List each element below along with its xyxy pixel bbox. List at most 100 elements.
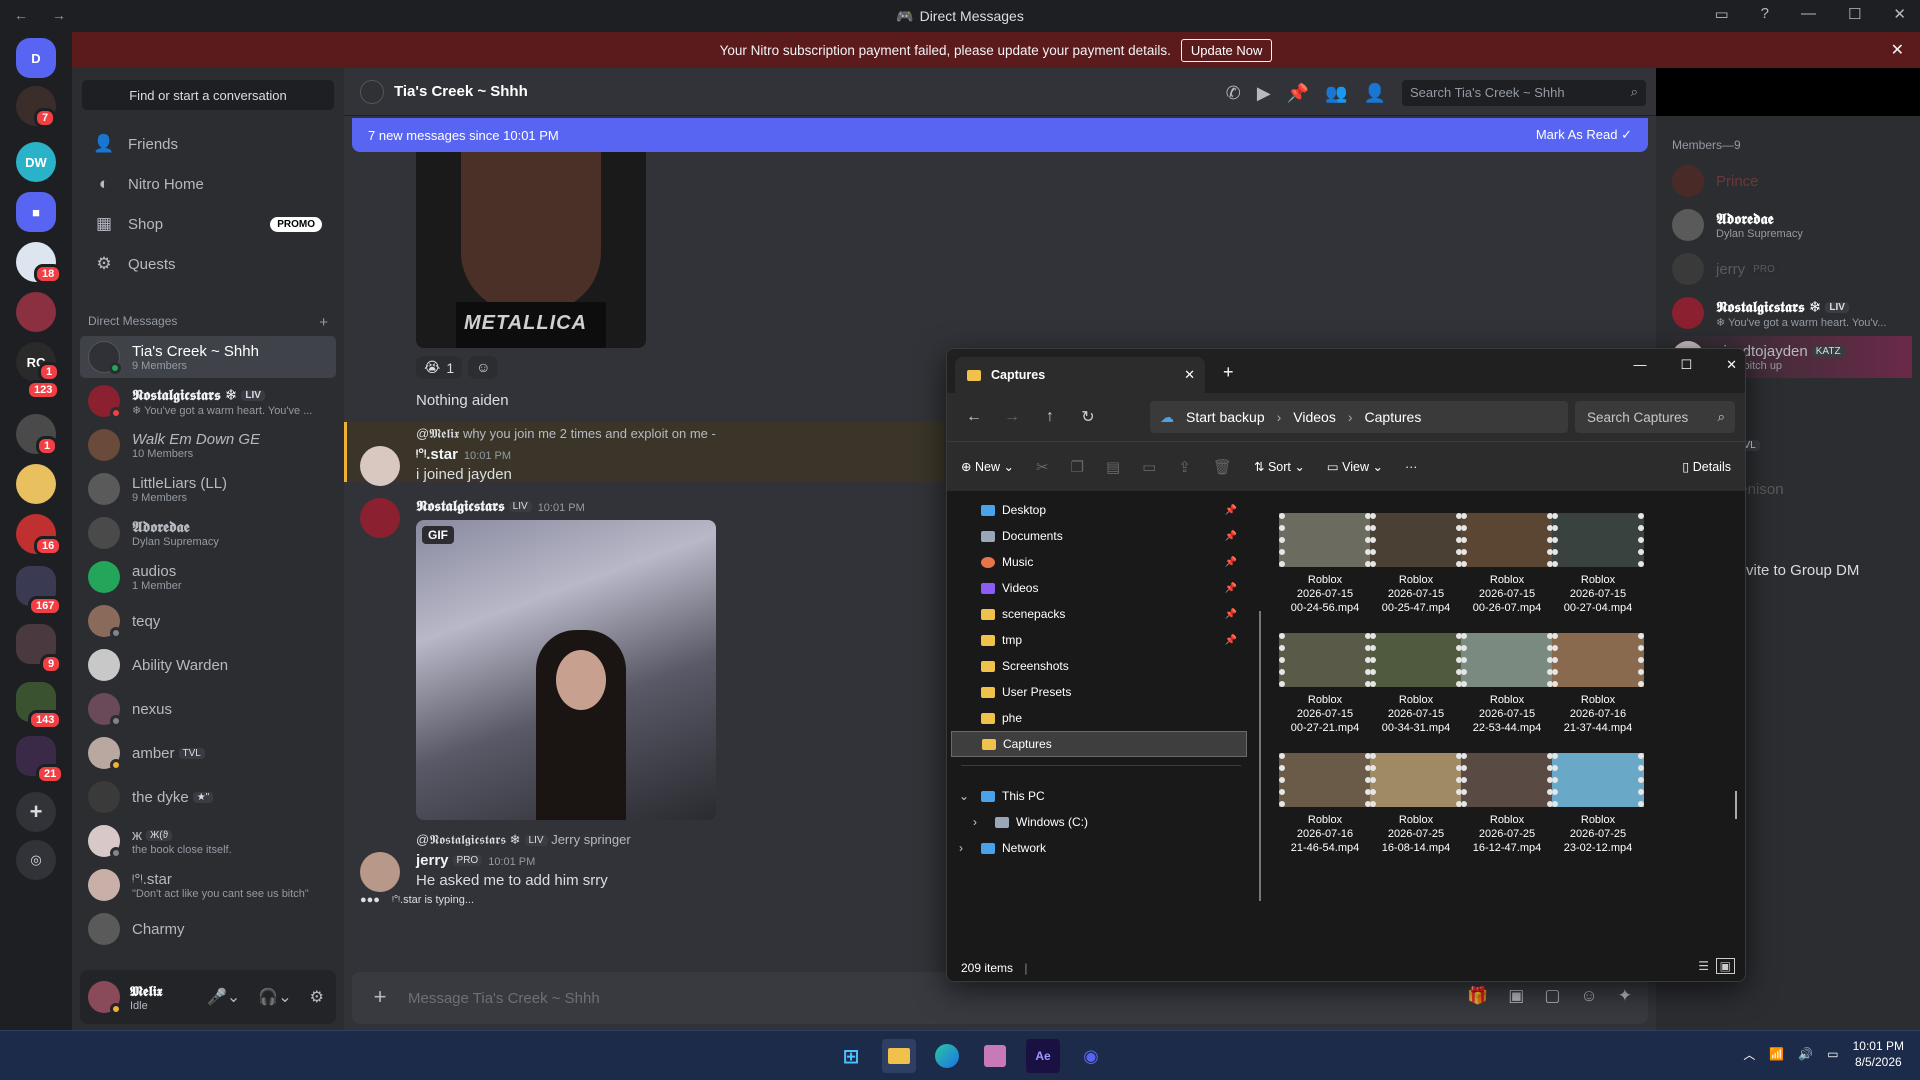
- folder-icon[interactable]: ■: [16, 192, 56, 232]
- video-file-item[interactable]: Roblox 2026-07-25 23-02-12.mp4: [1552, 753, 1644, 893]
- author-avatar[interactable]: [360, 498, 400, 538]
- rename-icon[interactable]: ▭: [1142, 458, 1156, 476]
- mark-as-read-button[interactable]: Mark As Read ✓: [1536, 127, 1632, 143]
- dm-item[interactable]: ᵎ°ᵎ.star "Don't act like you cant see us …: [80, 864, 336, 906]
- breadcrumb[interactable]: ☁ Start backup › Videos › Captures: [1150, 401, 1568, 433]
- tree-item[interactable]: ⌄ This PC: [951, 783, 1247, 809]
- details-button[interactable]: ▯ Details: [1682, 459, 1731, 474]
- author-name[interactable]: 𝕹𝖔𝖘𝖙𝖆𝖑𝖌𝖎𝖈𝖘𝖙𝖆𝖗𝖘: [416, 498, 505, 515]
- dm-item[interactable]: audios 1 Member: [80, 556, 336, 598]
- share-icon[interactable]: ⇪: [1178, 458, 1191, 476]
- wifi-icon[interactable]: 📶: [1769, 1047, 1784, 1061]
- new-tab-icon[interactable]: +: [1223, 362, 1234, 383]
- server-icon[interactable]: [16, 464, 56, 504]
- forward-arrow-icon[interactable]: →: [993, 408, 1031, 426]
- emoji-icon[interactable]: ☺: [1580, 986, 1597, 1006]
- dm-item[interactable]: the dyke ★": [80, 776, 336, 818]
- tree-item[interactable]: Music 📌: [951, 549, 1247, 575]
- history-nav[interactable]: ← →: [14, 7, 76, 23]
- file-explorer-taskbar-icon[interactable]: [882, 1039, 916, 1073]
- breadcrumb-item[interactable]: Start backup: [1186, 409, 1265, 425]
- maximize-button[interactable]: ☐: [1848, 5, 1861, 23]
- close-button[interactable]: ✕: [1726, 357, 1737, 373]
- new-messages-bar[interactable]: 7 new messages since 10:01 PM Mark As Re…: [352, 118, 1648, 152]
- minimize-button[interactable]: —: [1633, 357, 1646, 373]
- edge-taskbar-icon[interactable]: [930, 1039, 964, 1073]
- composer-input[interactable]: Message Tia's Creek ~ Shhh: [408, 990, 600, 1007]
- dm-item[interactable]: teqy: [80, 600, 336, 642]
- tree-item[interactable]: › Windows (C:): [951, 809, 1247, 835]
- close-tab-icon[interactable]: ✕: [1184, 367, 1195, 383]
- author-avatar[interactable]: [360, 446, 400, 486]
- gif-attachment[interactable]: GIF: [416, 520, 716, 820]
- video-file-item[interactable]: Roblox 2026-07-16 21-46-54.mp4: [1279, 753, 1371, 893]
- inbox-icon[interactable]: ▭: [1714, 5, 1728, 23]
- home-button[interactable]: D: [16, 38, 56, 78]
- clock[interactable]: 10:01 PM 8/5/2026: [1853, 1038, 1904, 1070]
- channel-search-input[interactable]: Search Tia's Creek ~ Shhh ⌕: [1402, 80, 1646, 106]
- member-list-icon[interactable]: 👤: [1364, 83, 1386, 104]
- video-file-item[interactable]: Roblox 2026-07-25 16-12-47.mp4: [1461, 753, 1553, 893]
- nav-nitro-home[interactable]: ◐ Nitro Home: [80, 164, 336, 204]
- start-button[interactable]: ⊞: [834, 1039, 868, 1073]
- add-friends-icon[interactable]: 👥: [1325, 83, 1347, 104]
- dm-item[interactable]: 𝕹𝖔𝖘𝖙𝖆𝖑𝖌𝖎𝖈𝖘𝖙𝖆𝖗𝖘 ❄ LIV ❄ You've got a warm h…: [80, 380, 336, 422]
- view-button[interactable]: ▭ View ⌄: [1327, 459, 1383, 474]
- member-item[interactable]: 𝕬𝖉𝖔𝖗𝖊𝖉𝖆𝖊 Dylan Supremacy: [1664, 204, 1912, 246]
- search-input[interactable]: Search Captures ⌕: [1575, 401, 1735, 433]
- dm-item[interactable]: LittleLiars (LL) 9 Members: [80, 468, 336, 510]
- tree-item[interactable]: tmp 📌: [951, 627, 1247, 653]
- nav-friends[interactable]: 👤 Friends: [80, 124, 336, 164]
- dm-item[interactable]: Charmy: [80, 908, 336, 950]
- discover-icon[interactable]: ◎: [16, 840, 56, 880]
- minimize-button[interactable]: —: [1801, 5, 1816, 23]
- nav-scrollbar[interactable]: [1259, 611, 1261, 901]
- gif-icon[interactable]: ▣: [1508, 986, 1524, 1006]
- video-file-item[interactable]: Roblox 2026-07-15 22-53-44.mp4: [1461, 633, 1553, 773]
- dm-item[interactable]: Walk Em Down GE 10 Members: [80, 424, 336, 466]
- sticker-icon[interactable]: ▢: [1544, 986, 1560, 1006]
- add-reaction-button[interactable]: ☺: [468, 356, 499, 379]
- author-name[interactable]: jerry: [416, 852, 449, 869]
- member-item[interactable]: jerry PRO: [1664, 248, 1912, 290]
- copy-icon[interactable]: ❐: [1071, 458, 1084, 476]
- nav-shop[interactable]: ▦ Shop PROMO: [80, 204, 336, 244]
- dm-item[interactable]: Ability Warden: [80, 644, 336, 686]
- add-server-icon[interactable]: +: [16, 792, 56, 832]
- cut-icon[interactable]: ✂: [1036, 458, 1049, 476]
- battery-icon[interactable]: ▭: [1827, 1047, 1838, 1061]
- author-avatar[interactable]: [360, 852, 400, 892]
- new-button[interactable]: ⊕ New ⌄: [961, 459, 1014, 474]
- tree-item[interactable]: User Presets: [951, 679, 1247, 705]
- pinned-messages-icon[interactable]: 📌: [1287, 83, 1309, 104]
- tree-item-selected[interactable]: Captures: [951, 731, 1247, 757]
- tree-item[interactable]: Videos 📌: [951, 575, 1247, 601]
- tree-item[interactable]: scenepacks 📌: [951, 601, 1247, 627]
- microphone-icon[interactable]: 🎤⌄: [207, 987, 240, 1007]
- explorer-tab[interactable]: Captures ✕: [955, 357, 1205, 393]
- member-item[interactable]: 𝕹𝖔𝖘𝖙𝖆𝖑𝖌𝖎𝖈𝖘𝖙𝖆𝖗𝖘 ❄ LIV ❄ You've got a warm h…: [1664, 292, 1912, 334]
- invite-to-group-dm-button[interactable]: vite to Group DM: [1746, 562, 1859, 579]
- app-taskbar-icon[interactable]: [978, 1039, 1012, 1073]
- volume-icon[interactable]: 🔊: [1798, 1047, 1813, 1061]
- video-file-item[interactable]: Roblox 2026-07-15 00-27-04.mp4: [1552, 513, 1644, 653]
- refresh-icon[interactable]: ↻: [1069, 407, 1107, 427]
- up-arrow-icon[interactable]: ↑: [1031, 408, 1069, 426]
- dm-item[interactable]: amber TVL: [80, 732, 336, 774]
- tree-item[interactable]: Screenshots: [951, 653, 1247, 679]
- video-file-item[interactable]: Roblox 2026-07-16 21-37-44.mp4: [1552, 633, 1644, 773]
- breadcrumb-item[interactable]: Videos: [1293, 409, 1336, 425]
- apps-icon[interactable]: ✦: [1618, 986, 1632, 1006]
- tree-item[interactable]: phe: [951, 705, 1247, 731]
- back-arrow-icon[interactable]: ←: [955, 408, 993, 426]
- video-call-icon[interactable]: ▶: [1257, 83, 1271, 104]
- video-file-item[interactable]: Roblox 2026-07-15 00-27-21.mp4: [1279, 633, 1371, 773]
- video-file-item[interactable]: Roblox 2026-07-15 00-24-56.mp4: [1279, 513, 1371, 653]
- delete-icon[interactable]: 🗑: [1213, 458, 1232, 476]
- attach-plus-icon[interactable]: +: [368, 986, 392, 1010]
- update-now-button[interactable]: Update Now: [1180, 38, 1273, 62]
- tree-item[interactable]: › Network: [951, 835, 1247, 861]
- discord-taskbar-icon[interactable]: ◉: [1074, 1039, 1108, 1073]
- list-view-icon[interactable]: ☰: [1698, 959, 1709, 973]
- chevron-up-icon[interactable]: ︿: [1743, 1046, 1755, 1063]
